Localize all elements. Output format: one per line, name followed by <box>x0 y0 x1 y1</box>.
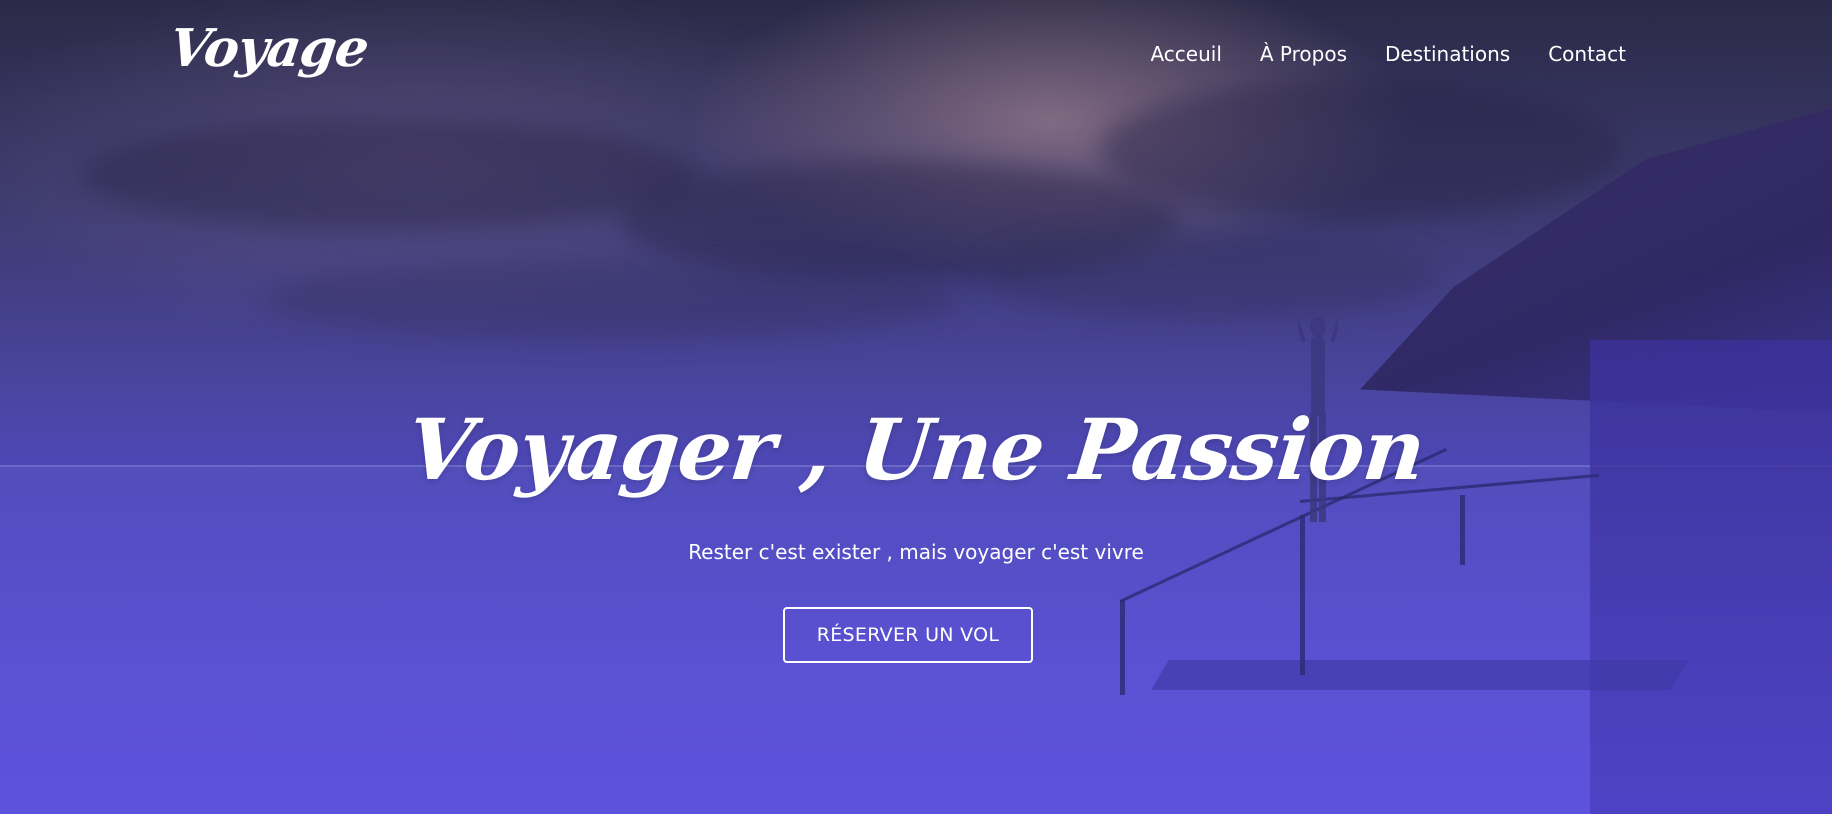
hero-section: Voyage Acceuil À Propos Destinations Con… <box>0 0 1832 814</box>
book-flight-button[interactable]: RÉSERVER UN VOL <box>783 607 1033 663</box>
nav-item-a-propos[interactable]: À Propos <box>1260 42 1347 66</box>
hero-tagline: Rester c'est exister , mais voyager c'es… <box>688 540 1144 564</box>
main-nav: Acceuil À Propos Destinations Contact <box>1150 42 1626 66</box>
nav-item-contact[interactable]: Contact <box>1548 42 1626 66</box>
hero-headline: Voyager , Une Passion <box>402 400 1430 499</box>
nav-item-destinations[interactable]: Destinations <box>1385 42 1510 66</box>
brand-logo[interactable]: Voyage <box>166 18 372 79</box>
deck <box>1151 660 1689 690</box>
nav-item-acceuil[interactable]: Acceuil <box>1150 42 1221 66</box>
